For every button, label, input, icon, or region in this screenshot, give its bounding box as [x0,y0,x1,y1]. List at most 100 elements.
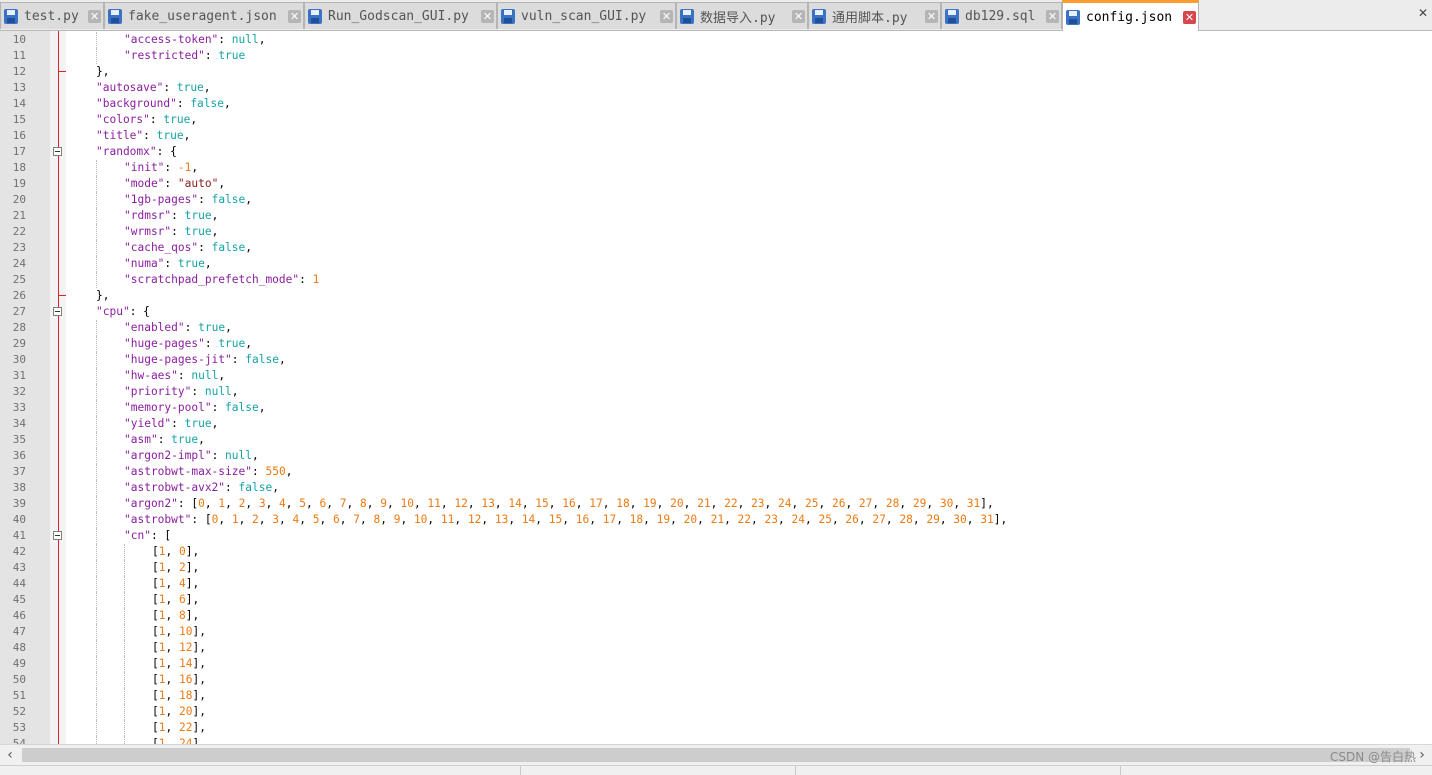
json-key: "cpu" [96,305,130,318]
tab-close-icon[interactable]: ✕ [88,9,101,23]
line-number: 42 [12,545,26,558]
tab-7[interactable]: config.json ✕ [1062,0,1199,31]
code-line: 41 "cn": [ [0,528,1432,544]
code-editor[interactable]: 10 "access-token": null, 11 "restricted": t… [0,31,1432,744]
code-token: , [643,513,657,526]
json-number: 24 [778,497,792,510]
indent-guide [96,432,97,448]
tab-1[interactable]: fake_useragent.json ✕ [104,2,304,29]
json-punctuation: : [164,161,178,174]
floppy-disk-icon [1066,9,1080,25]
indent-guide [96,704,97,720]
tab-0[interactable]: test.py ✕ [0,2,104,29]
tab-close-icon[interactable]: ✕ [481,9,494,23]
json-number: 13 [494,513,509,526]
scrollbar-thumb[interactable] [22,748,1410,762]
json-number: 26 [831,497,846,510]
tab-close-icon[interactable]: ✕ [1183,10,1196,24]
json-number: 22 [724,497,738,510]
tab-close-icon[interactable]: ✕ [792,9,805,23]
code-text: "randomx": { [96,144,177,160]
fold-collapse-icon[interactable] [53,147,62,156]
line-number: 18 [12,161,26,174]
code-text: [1, 0], [152,544,199,560]
json-punctuation: , [218,177,226,190]
json-number: 30 [939,497,954,510]
tab-3[interactable]: vuln_scan_GUI.py ✕ [497,2,676,29]
json-key: "enabled" [124,321,185,334]
code-line: 29 "huge-pages": true, [0,336,1432,352]
code-line: 34 "yield": true, [0,416,1432,432]
json-key: "argon2-impl" [124,449,212,462]
line-number: 13 [12,81,26,94]
code-token: , [751,513,765,526]
line-number: 41 [12,529,26,542]
tab-close-icon[interactable]: ✕ [1046,9,1059,23]
code-line: 31 "hw-aes": null, [0,368,1432,384]
line-number: 51 [12,689,26,702]
json-literal: true [198,321,226,334]
json-number: 0 [198,497,205,510]
json-number: 31 [980,513,994,526]
code-line: 30 "huge-pages-jit": false, [0,352,1432,368]
horizontal-scrollbar[interactable]: ‹ › [0,744,1432,765]
json-number: 29 [912,497,927,510]
code-token: , [279,513,293,526]
json-punctuation: }, [96,289,110,302]
line-number: 54 [12,737,26,744]
json-number: 20 [178,705,193,718]
tab-4[interactable]: 数据导入.py ✕ [676,2,808,29]
code-token: , [339,513,354,526]
floppy-disk-icon [108,8,122,24]
json-number: 22 [737,513,752,526]
json-number: 17 [602,513,617,526]
json-literal: true [218,49,246,62]
json-literal: true [176,81,204,94]
line-number: 33 [12,401,26,414]
indent-guide [96,624,97,640]
scroll-left-icon[interactable]: ‹ [0,745,20,765]
code-text: "numa": true, [124,256,212,272]
json-number: 1 [158,545,166,558]
code-token: , [724,513,738,526]
json-punctuation: , [231,385,239,398]
json-key: "cn" [124,529,151,542]
indent-guide [96,608,97,624]
json-number: 10 [413,513,428,526]
json-key: "asm" [124,433,158,446]
floppy-disk-icon [308,8,322,24]
json-punctuation: , [272,481,279,494]
tab-6[interactable]: db129.sql ✕ [941,2,1062,29]
json-punctuation: : [184,321,199,334]
json-punctuation: : [204,49,219,62]
json-number: 1 [231,513,239,526]
json-punctuation: : [198,193,212,206]
json-number: 1 [158,561,166,574]
code-token: , [737,497,752,510]
code-token: , [670,513,684,526]
json-number: 10 [400,497,414,510]
tab-close-icon[interactable]: ✕ [288,9,301,23]
tab-2[interactable]: Run_Godscan_GUI.py ✕ [304,2,497,29]
code-token: , [258,513,273,526]
indent-guide [124,544,125,560]
code-line: 42 [1, 0], [0,544,1432,560]
tab-close-icon[interactable]: ✕ [660,9,673,23]
fold-collapse-icon[interactable] [53,531,62,540]
json-number: 22 [178,721,193,734]
close-all-tabs-icon[interactable]: ✕ [1416,6,1430,20]
json-number: 23 [751,497,765,510]
json-number: 1 [158,641,166,654]
json-number: 1 [158,673,166,686]
json-number: -1 [177,161,192,174]
fold-collapse-icon[interactable] [53,307,62,316]
json-key: "wrmsr" [124,225,172,238]
indent-guide [124,640,125,656]
line-number: 53 [12,721,26,734]
tab-5[interactable]: 通用脚本.py ✕ [808,2,941,29]
json-punctuation: , [165,545,179,558]
tab-close-icon[interactable]: ✕ [925,9,938,23]
json-punctuation: [ [152,577,159,590]
code-token: , [359,513,374,526]
code-token: , [912,513,927,526]
